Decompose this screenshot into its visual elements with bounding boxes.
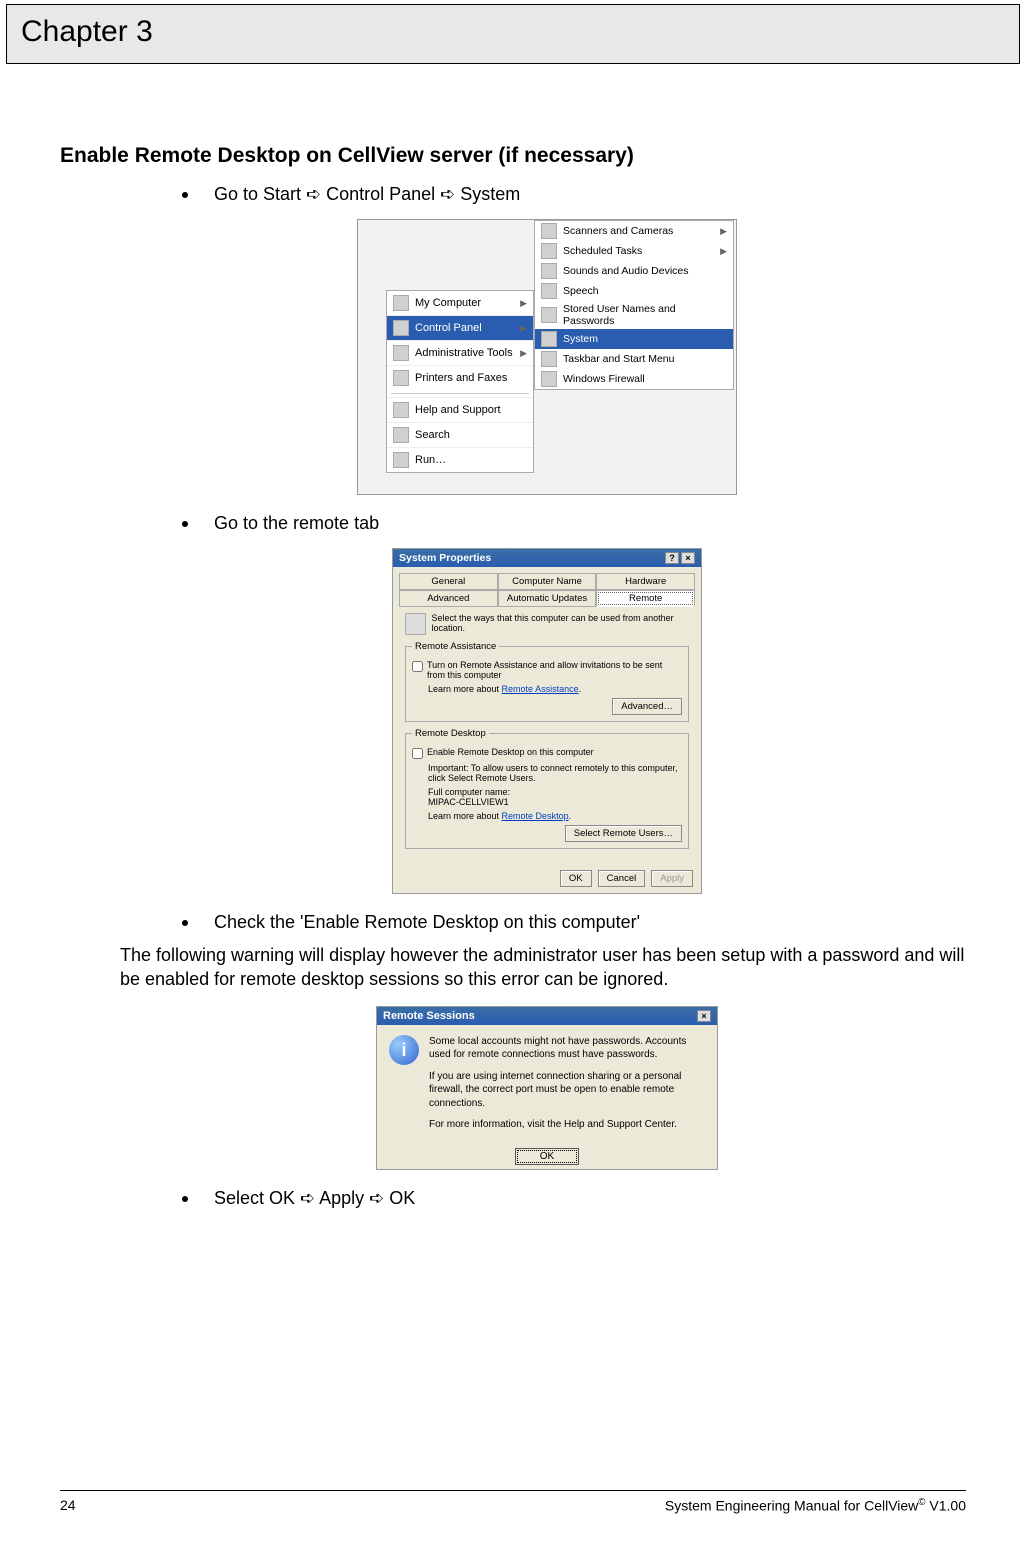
warning-paragraph: The following warning will display howev… bbox=[120, 943, 966, 992]
rd-fullname-label: Full computer name: bbox=[428, 787, 682, 797]
ra-checkbox[interactable] bbox=[412, 661, 423, 672]
bullet-goto-start: Go to Start ➪ Control Panel ➪ System bbox=[176, 184, 966, 205]
scheduled-icon bbox=[541, 243, 557, 259]
search-icon bbox=[393, 427, 409, 443]
warning-messages: Some local accounts might not have passw… bbox=[429, 1035, 705, 1140]
chevron-right-icon: ▶ bbox=[520, 298, 527, 309]
chevron-right-icon: ▶ bbox=[720, 226, 727, 237]
rd-checkbox[interactable] bbox=[412, 748, 423, 759]
bullet-check-enable: Check the 'Enable Remote Desktop on this… bbox=[176, 912, 966, 933]
rd-legend: Remote Desktop bbox=[412, 728, 489, 739]
figure-system-properties: System Properties ? × General Computer N… bbox=[392, 548, 702, 894]
sound-icon bbox=[541, 263, 557, 279]
rd-checkbox-label: Enable Remote Desktop on this computer bbox=[427, 747, 594, 757]
remote-intro-icon bbox=[405, 613, 426, 635]
admin-tools-icon bbox=[393, 345, 409, 361]
apply-button[interactable]: Apply bbox=[651, 870, 693, 887]
bullet-remote-tab: Go to the remote tab bbox=[176, 513, 966, 534]
tab-hardware[interactable]: Hardware bbox=[596, 573, 695, 590]
chapter-title: Chapter 3 bbox=[21, 15, 1005, 49]
ra-checkbox-row[interactable]: Turn on Remote Assistance and allow invi… bbox=[412, 660, 682, 680]
dialog-titlebar: System Properties ? × bbox=[393, 549, 701, 567]
ra-learn-link[interactable]: Remote Assistance bbox=[502, 684, 579, 694]
cancel-button[interactable]: Cancel bbox=[598, 870, 646, 887]
start-item-printers[interactable]: Printers and Faxes bbox=[387, 365, 533, 390]
bullet-select-ok: Select OK ➪ Apply ➪ OK bbox=[176, 1188, 966, 1209]
start-item-admin-tools[interactable]: Administrative Tools▶ bbox=[387, 340, 533, 365]
section-heading: Enable Remote Desktop on CellView server… bbox=[60, 144, 966, 168]
tab-auto-updates[interactable]: Automatic Updates bbox=[498, 590, 597, 607]
close-button[interactable]: × bbox=[681, 552, 695, 564]
remote-intro-text: Select the ways that this computer can b… bbox=[432, 613, 689, 633]
cp-item-stored[interactable]: Stored User Names and Passwords bbox=[535, 301, 733, 329]
remote-panel: Select the ways that this computer can b… bbox=[399, 607, 695, 861]
cp-item-firewall[interactable]: Windows Firewall bbox=[535, 369, 733, 389]
cp-item-sounds[interactable]: Sounds and Audio Devices bbox=[535, 261, 733, 281]
chevron-right-icon: ▶ bbox=[720, 246, 727, 257]
page-number: 24 bbox=[60, 1497, 76, 1514]
taskbar-icon bbox=[541, 351, 557, 367]
start-item-search[interactable]: Search bbox=[387, 422, 533, 447]
warn-msg-2: If you are using internet connection sha… bbox=[429, 1070, 705, 1111]
page-footer: 24 System Engineering Manual for CellVie… bbox=[60, 1490, 966, 1514]
chevron-right-icon: ▶ bbox=[520, 323, 527, 334]
ra-advanced-button[interactable]: Advanced… bbox=[612, 698, 682, 715]
rd-learn-link[interactable]: Remote Desktop bbox=[502, 811, 569, 821]
tab-advanced[interactable]: Advanced bbox=[399, 590, 498, 607]
remote-desktop-group: Remote Desktop Enable Remote Desktop on … bbox=[405, 728, 689, 849]
control-panel-submenu: Scanners and Cameras▶ Scheduled Tasks▶ S… bbox=[534, 220, 734, 390]
rd-important: Important: To allow users to connect rem… bbox=[428, 763, 682, 783]
figure-start-menu: My Computer▶ Control Panel▶ Administrati… bbox=[357, 219, 737, 495]
footer-doc-title: System Engineering Manual for CellView© … bbox=[665, 1497, 966, 1514]
computer-icon bbox=[393, 295, 409, 311]
control-panel-icon bbox=[393, 320, 409, 336]
remote-assistance-group: Remote Assistance Turn on Remote Assista… bbox=[405, 641, 689, 722]
chapter-header: Chapter 3 bbox=[6, 4, 1020, 64]
tab-general[interactable]: General bbox=[399, 573, 498, 590]
ok-button[interactable]: OK bbox=[515, 1148, 579, 1165]
rd-fullname-value: MIPAC-CELLVIEW1 bbox=[428, 797, 682, 807]
info-icon: i bbox=[389, 1035, 419, 1065]
key-icon bbox=[541, 307, 557, 323]
speech-icon bbox=[541, 283, 557, 299]
rd-learn-prefix: Learn more about bbox=[428, 811, 502, 821]
rd-select-users-button[interactable]: Select Remote Users… bbox=[565, 825, 682, 842]
close-button[interactable]: × bbox=[697, 1010, 711, 1022]
ra-legend: Remote Assistance bbox=[412, 641, 499, 652]
tab-remote[interactable]: Remote bbox=[596, 590, 695, 607]
tabs: General Computer Name Hardware Advanced … bbox=[393, 567, 701, 607]
start-item-help[interactable]: Help and Support bbox=[387, 397, 533, 422]
dialog-title: System Properties bbox=[399, 552, 491, 564]
figure-remote-sessions-warning: Remote Sessions × i Some local accounts … bbox=[376, 1006, 718, 1170]
ok-button[interactable]: OK bbox=[560, 870, 592, 887]
help-button[interactable]: ? bbox=[665, 552, 679, 564]
cp-item-speech[interactable]: Speech bbox=[535, 281, 733, 301]
tab-computer-name[interactable]: Computer Name bbox=[498, 573, 597, 590]
warn-msg-1: Some local accounts might not have passw… bbox=[429, 1035, 705, 1062]
start-item-my-computer[interactable]: My Computer▶ bbox=[387, 291, 533, 315]
cp-item-system[interactable]: System bbox=[535, 329, 733, 349]
chevron-right-icon: ▶ bbox=[520, 348, 527, 359]
firewall-icon bbox=[541, 371, 557, 387]
start-item-run[interactable]: Run… bbox=[387, 447, 533, 472]
cp-item-taskbar[interactable]: Taskbar and Start Menu bbox=[535, 349, 733, 369]
ra-learn-prefix: Learn more about bbox=[428, 684, 502, 694]
rd-checkbox-row[interactable]: Enable Remote Desktop on this computer bbox=[412, 747, 682, 759]
start-menu-column: My Computer▶ Control Panel▶ Administrati… bbox=[386, 290, 534, 473]
cp-item-scheduled[interactable]: Scheduled Tasks▶ bbox=[535, 241, 733, 261]
warn-msg-3: For more information, visit the Help and… bbox=[429, 1118, 705, 1132]
cp-item-scanners[interactable]: Scanners and Cameras▶ bbox=[535, 221, 733, 241]
system-icon bbox=[541, 331, 557, 347]
scanner-icon bbox=[541, 223, 557, 239]
help-icon bbox=[393, 402, 409, 418]
run-icon bbox=[393, 452, 409, 468]
dialog-title: Remote Sessions bbox=[383, 1010, 475, 1022]
ra-checkbox-label: Turn on Remote Assistance and allow invi… bbox=[427, 660, 682, 680]
page-content: Enable Remote Desktop on CellView server… bbox=[0, 64, 1026, 1209]
start-item-control-panel[interactable]: Control Panel▶ bbox=[387, 315, 533, 340]
dialog-titlebar: Remote Sessions × bbox=[377, 1007, 717, 1025]
printer-icon bbox=[393, 370, 409, 386]
